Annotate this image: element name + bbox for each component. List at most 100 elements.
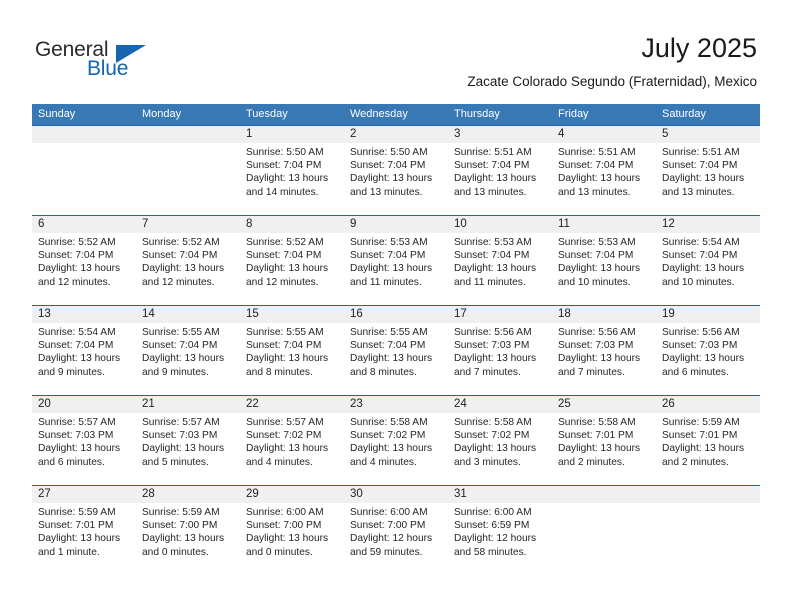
day-details: Sunrise: 5:57 AM Sunset: 7:03 PM Daylight:…	[32, 413, 136, 469]
sunset-text: Sunset: 7:01 PM	[662, 430, 738, 442]
day-number: 4	[552, 126, 656, 143]
sunrise-text: Sunrise: 5:53 AM	[454, 237, 532, 248]
calendar-day-cell[interactable]: 17 Sunrise: 5:56 AM Sunset: 7:03 PM Dayligh…	[448, 306, 552, 395]
day-details: Sunrise: 5:58 AM Sunset: 7:01 PM Daylight:…	[552, 413, 656, 469]
day-details: Sunrise: 5:50 AM Sunset: 7:04 PM Daylight:…	[240, 143, 344, 199]
sunrise-text: Sunrise: 5:58 AM	[558, 417, 636, 428]
calendar-day-cell[interactable]: 28 Sunrise: 5:59 AM Sunset: 7:00 PM Dayligh…	[136, 486, 240, 575]
day-details: Sunrise: 6:00 AM Sunset: 7:00 PM Daylight:…	[240, 503, 344, 559]
sunrise-text: Sunrise: 5:57 AM	[142, 417, 220, 428]
calendar-day-cell[interactable]: 18 Sunrise: 5:56 AM Sunset: 7:03 PM Dayligh…	[552, 306, 656, 395]
daylight-text: Daylight: 13 hours and 3 minutes.	[454, 443, 537, 468]
calendar-day-cell[interactable]: 13 Sunrise: 5:54 AM Sunset: 7:04 PM Dayligh…	[32, 306, 136, 395]
sunset-text: Sunset: 7:04 PM	[38, 340, 114, 352]
general-blue-logo[interactable]: General Blue	[35, 38, 165, 83]
location-subtitle: Zacate Colorado Segundo (Fraternidad), M…	[467, 74, 757, 89]
calendar-day-cell[interactable]: 5 Sunrise: 5:51 AM Sunset: 7:04 PM Daylight…	[656, 126, 760, 215]
day-number: 16	[344, 306, 448, 323]
day-number: 20	[32, 396, 136, 413]
page-header: General Blue July 2025 Zacate Colorado S…	[0, 0, 792, 103]
daylight-text: Daylight: 13 hours and 1 minute.	[38, 533, 121, 558]
weekday-header-monday: Monday	[142, 108, 182, 120]
calendar-day-cell[interactable]: 29 Sunrise: 6:00 AM Sunset: 7:00 PM Dayligh…	[240, 486, 344, 575]
sunrise-text: Sunrise: 5:54 AM	[38, 327, 116, 338]
calendar-day-cell[interactable]: 31 Sunrise: 6:00 AM Sunset: 6:59 PM Dayligh…	[448, 486, 552, 575]
daylight-text: Daylight: 12 hours and 59 minutes.	[350, 533, 433, 558]
calendar-day-cell[interactable]: 21 Sunrise: 5:57 AM Sunset: 7:03 PM Dayligh…	[136, 396, 240, 485]
day-details: Sunrise: 5:54 AM Sunset: 7:04 PM Daylight:…	[32, 323, 136, 379]
sunrise-text: Sunrise: 5:54 AM	[662, 237, 740, 248]
sunrise-text: Sunrise: 6:00 AM	[246, 507, 324, 518]
day-details: Sunrise: 6:00 AM Sunset: 7:00 PM Daylight:…	[344, 503, 448, 559]
day-number: 22	[240, 396, 344, 413]
day-details: Sunrise: 5:53 AM Sunset: 7:04 PM Daylight:…	[448, 233, 552, 289]
calendar-day-cell[interactable]: 4 Sunrise: 5:51 AM Sunset: 7:04 PM Daylight…	[552, 126, 656, 215]
calendar-day-cell[interactable]: 7 Sunrise: 5:52 AM Sunset: 7:04 PM Daylight…	[136, 216, 240, 305]
daylight-text: Daylight: 13 hours and 12 minutes.	[38, 263, 121, 288]
calendar-day-cell[interactable]: 12 Sunrise: 5:54 AM Sunset: 7:04 PM Dayligh…	[656, 216, 760, 305]
page-title: July 2025	[641, 33, 757, 63]
day-details: Sunrise: 5:59 AM Sunset: 7:01 PM Daylight:…	[656, 413, 760, 469]
sunset-text: Sunset: 7:04 PM	[142, 250, 218, 262]
day-number: 9	[344, 216, 448, 233]
calendar-day-cell[interactable]: 2 Sunrise: 5:50 AM Sunset: 7:04 PM Daylight…	[344, 126, 448, 215]
day-number: 21	[136, 396, 240, 413]
sunrise-text: Sunrise: 5:52 AM	[38, 237, 116, 248]
calendar-day-cell[interactable]: 8 Sunrise: 5:52 AM Sunset: 7:04 PM Daylight…	[240, 216, 344, 305]
sunrise-text: Sunrise: 5:59 AM	[142, 507, 220, 518]
calendar-day-cell[interactable]: 26 Sunrise: 5:59 AM Sunset: 7:01 PM Dayligh…	[656, 396, 760, 485]
calendar-page: General Blue July 2025 Zacate Colorado S…	[0, 0, 792, 612]
calendar-day-cell[interactable]: 11 Sunrise: 5:53 AM Sunset: 7:04 PM Dayligh…	[552, 216, 656, 305]
sunset-text: Sunset: 7:03 PM	[38, 430, 114, 442]
day-details: Sunrise: 5:51 AM Sunset: 7:04 PM Daylight:…	[448, 143, 552, 199]
calendar-day-cell[interactable]: 22 Sunrise: 5:57 AM Sunset: 7:02 PM Dayligh…	[240, 396, 344, 485]
sunset-text: Sunset: 7:02 PM	[350, 430, 426, 442]
calendar-day-cell[interactable]: 20 Sunrise: 5:57 AM Sunset: 7:03 PM Dayligh…	[32, 396, 136, 485]
calendar-day-cell[interactable]: 6 Sunrise: 5:52 AM Sunset: 7:04 PM Daylight…	[32, 216, 136, 305]
calendar-day-cell[interactable]: 19 Sunrise: 5:56 AM Sunset: 7:03 PM Dayligh…	[656, 306, 760, 395]
day-number: 1	[240, 126, 344, 143]
daylight-text: Daylight: 13 hours and 2 minutes.	[558, 443, 641, 468]
calendar-day-cell[interactable]: 24 Sunrise: 5:58 AM Sunset: 7:02 PM Dayligh…	[448, 396, 552, 485]
sunset-text: Sunset: 7:04 PM	[454, 250, 530, 262]
calendar-day-cell[interactable]: 16 Sunrise: 5:55 AM Sunset: 7:04 PM Dayligh…	[344, 306, 448, 395]
daylight-text: Daylight: 13 hours and 0 minutes.	[142, 533, 225, 558]
calendar-day-cell[interactable]: 9 Sunrise: 5:53 AM Sunset: 7:04 PM Daylight…	[344, 216, 448, 305]
calendar-day-cell[interactable]: 30 Sunrise: 6:00 AM Sunset: 7:00 PM Dayligh…	[344, 486, 448, 575]
sunset-text: Sunset: 7:02 PM	[454, 430, 530, 442]
day-details: Sunrise: 5:58 AM Sunset: 7:02 PM Daylight:…	[344, 413, 448, 469]
sunset-text: Sunset: 7:03 PM	[558, 340, 634, 352]
sunrise-text: Sunrise: 5:53 AM	[558, 237, 636, 248]
calendar-day-cell[interactable]: 1 Sunrise: 5:50 AM Sunset: 7:04 PM Daylight…	[240, 126, 344, 215]
day-number: 23	[344, 396, 448, 413]
day-details: Sunrise: 5:59 AM Sunset: 7:01 PM Daylight:…	[32, 503, 136, 559]
calendar-grid: Sunday Monday Tuesday Wednesday Thursday…	[32, 104, 760, 575]
calendar-day-cell[interactable]: 10 Sunrise: 5:53 AM Sunset: 7:04 PM Dayligh…	[448, 216, 552, 305]
weekday-header-tuesday: Tuesday	[246, 108, 288, 120]
day-number: 8	[240, 216, 344, 233]
day-number: 6	[32, 216, 136, 233]
sunset-text: Sunset: 7:04 PM	[350, 160, 426, 172]
day-details: Sunrise: 5:56 AM Sunset: 7:03 PM Daylight:…	[656, 323, 760, 379]
calendar-day-cell[interactable]: 14 Sunrise: 5:55 AM Sunset: 7:04 PM Dayligh…	[136, 306, 240, 395]
calendar-week-row: 20 Sunrise: 5:57 AM Sunset: 7:03 PM Dayligh…	[32, 395, 760, 485]
sunset-text: Sunset: 6:59 PM	[454, 520, 530, 532]
calendar-day-cell[interactable]: 23 Sunrise: 5:58 AM Sunset: 7:02 PM Dayligh…	[344, 396, 448, 485]
calendar-day-cell[interactable]: 25 Sunrise: 5:58 AM Sunset: 7:01 PM Dayligh…	[552, 396, 656, 485]
calendar-day-cell[interactable]: 15 Sunrise: 5:55 AM Sunset: 7:04 PM Dayligh…	[240, 306, 344, 395]
daylight-text: Daylight: 12 hours and 58 minutes.	[454, 533, 537, 558]
sunset-text: Sunset: 7:02 PM	[246, 430, 322, 442]
weekday-header-thursday: Thursday	[454, 108, 500, 120]
calendar-day-cell[interactable]: 3 Sunrise: 5:51 AM Sunset: 7:04 PM Daylight…	[448, 126, 552, 215]
sunset-text: Sunset: 7:04 PM	[246, 160, 322, 172]
calendar-weeks: 1 Sunrise: 5:50 AM Sunset: 7:04 PM Daylight…	[32, 125, 760, 575]
day-number: 27	[32, 486, 136, 503]
sunset-text: Sunset: 7:04 PM	[38, 250, 114, 262]
day-number	[552, 486, 656, 503]
sunset-text: Sunset: 7:04 PM	[350, 250, 426, 262]
daylight-text: Daylight: 13 hours and 10 minutes.	[662, 263, 745, 288]
day-details: Sunrise: 5:53 AM Sunset: 7:04 PM Daylight:…	[552, 233, 656, 289]
daylight-text: Daylight: 13 hours and 7 minutes.	[454, 353, 537, 378]
calendar-day-cell[interactable]: 27 Sunrise: 5:59 AM Sunset: 7:01 PM Dayligh…	[32, 486, 136, 575]
day-number: 7	[136, 216, 240, 233]
